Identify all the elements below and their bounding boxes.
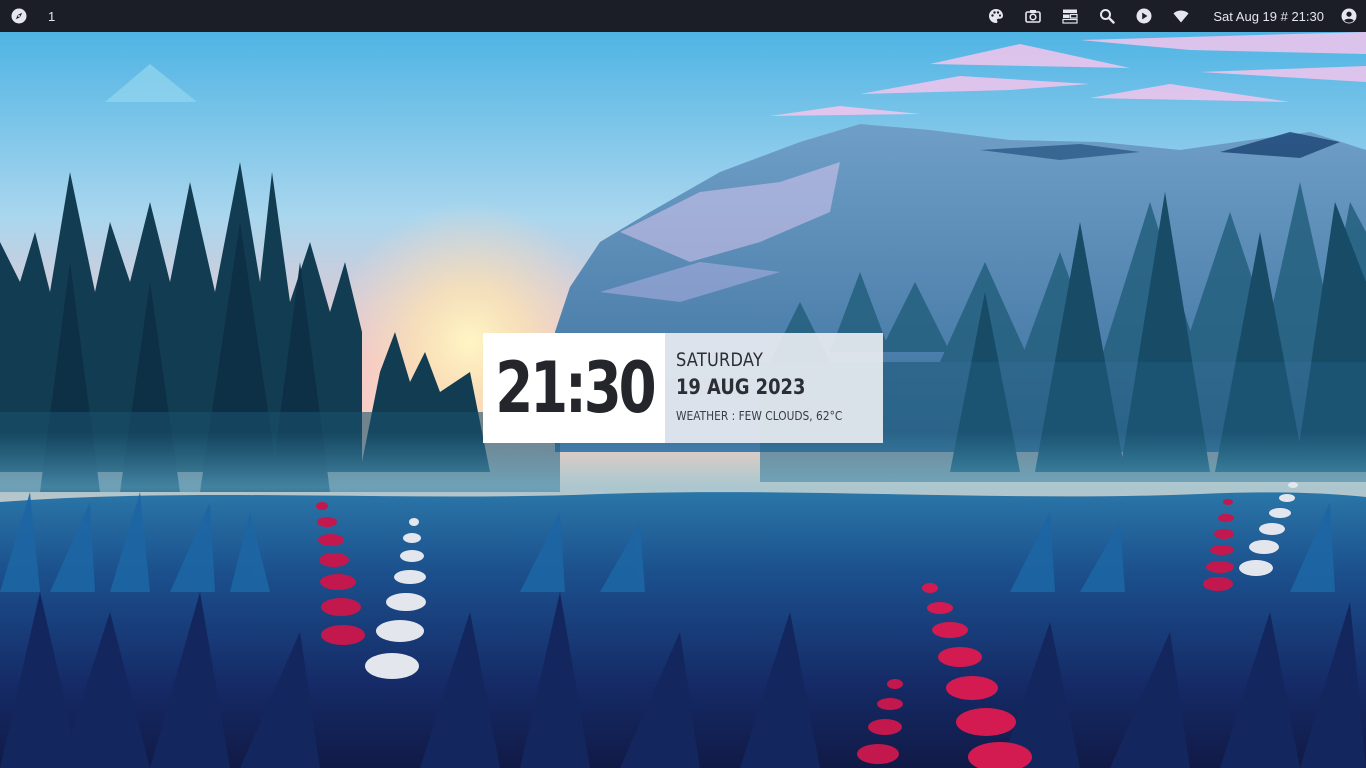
- clock-widget: 21:30 SATURDAY 19 AUG 2023 WEATHER : FEW…: [483, 333, 883, 443]
- widget-weather: WEATHER : FEW CLOUDS, 62°C: [676, 408, 843, 423]
- top-bar-right: Sat Aug 19 # 21:30: [968, 0, 1358, 32]
- widget-date: 19 AUG 2023: [676, 375, 806, 399]
- wifi-icon[interactable]: [1172, 7, 1190, 25]
- widget-day: SATURDAY: [676, 349, 764, 371]
- user-circle-icon[interactable]: [1340, 7, 1358, 25]
- palette-icon[interactable]: [987, 7, 1005, 25]
- top-bar-clock[interactable]: Sat Aug 19 # 21:30: [1213, 9, 1324, 24]
- top-bar-left: 1: [10, 0, 55, 32]
- widget-info-panel: SATURDAY 19 AUG 2023 WEATHER : FEW CLOUD…: [665, 333, 883, 443]
- play-icon[interactable]: [1135, 7, 1153, 25]
- compass-icon[interactable]: [10, 7, 28, 25]
- top-bar: 1 Sat Aug 19 # 21:30: [0, 0, 1366, 32]
- search-icon[interactable]: [1098, 7, 1116, 25]
- layout-icon[interactable]: [1061, 7, 1079, 25]
- workspace-indicator[interactable]: 1: [48, 9, 55, 24]
- camera-icon[interactable]: [1024, 7, 1042, 25]
- widget-time-panel: 21:30: [483, 333, 665, 443]
- widget-time: 21:30: [494, 347, 656, 429]
